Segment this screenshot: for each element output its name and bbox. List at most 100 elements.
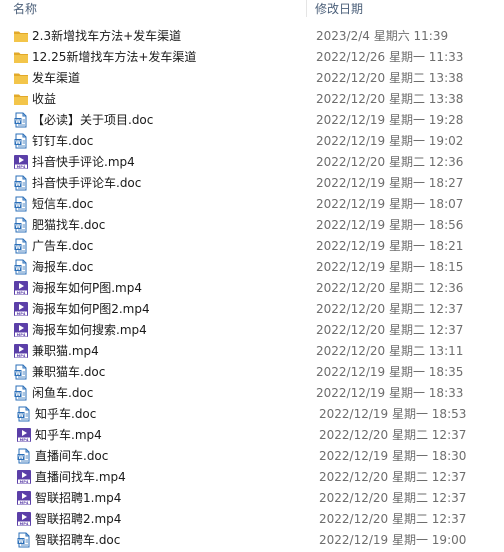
- mp4-icon: MP4: [13, 280, 29, 296]
- file-date-modified: 2023/2/4 星期六 11:39: [316, 29, 449, 43]
- file-row[interactable]: W 直播间车.doc 2022/12/19 星期一 18:30: [0, 446, 504, 467]
- file-name: 兼职猫.mp4: [32, 344, 99, 358]
- file-date-modified: 2022/12/20 星期二 12:37: [316, 323, 464, 337]
- doc-icon: W: [13, 217, 29, 233]
- svg-text:MP4: MP4: [20, 522, 29, 526]
- doc-icon: W: [13, 175, 29, 191]
- file-row[interactable]: MP4 智联招聘2.mp4 2022/12/20 星期二 12:37: [0, 509, 504, 530]
- column-divider[interactable]: [306, 0, 307, 17]
- file-date-modified: 2022/12/20 星期二 12:37: [319, 512, 467, 526]
- file-row[interactable]: W 【必读】关于项目.doc 2022/12/19 星期一 19:28: [0, 110, 504, 131]
- file-name: 钉钉车.doc: [32, 134, 94, 148]
- doc-icon: W: [13, 112, 29, 128]
- mp4-icon: MP4: [13, 322, 29, 338]
- file-name: 海报车如何P图2.mp4: [32, 302, 150, 316]
- doc-icon: W: [13, 133, 29, 149]
- file-row[interactable]: W 海报车.doc 2022/12/19 星期一 18:15: [0, 257, 504, 278]
- svg-text:MP4: MP4: [17, 333, 26, 337]
- svg-text:W: W: [15, 203, 21, 209]
- file-row[interactable]: W 短信车.doc 2022/12/19 星期一 18:07: [0, 194, 504, 215]
- svg-text:W: W: [18, 413, 24, 419]
- file-row[interactable]: W 肥猫找车.doc 2022/12/19 星期一 18:56: [0, 215, 504, 236]
- svg-text:W: W: [15, 140, 21, 146]
- file-row[interactable]: 12.25新增找车方法+发车渠道 2022/12/26 星期一 11:33: [0, 47, 504, 68]
- file-name: 直播间车.doc: [35, 449, 109, 463]
- column-header-date-modified[interactable]: 修改日期: [315, 0, 363, 17]
- mp4-icon: MP4: [13, 301, 29, 317]
- file-name: 12.25新增找车方法+发车渠道: [32, 50, 197, 64]
- mp4-icon: MP4: [13, 154, 29, 170]
- mp4-icon: MP4: [16, 490, 32, 506]
- file-row[interactable]: W 闲鱼车.doc 2022/12/19 星期一 18:33: [0, 383, 504, 404]
- svg-text:W: W: [15, 245, 21, 251]
- folder-icon: [13, 49, 29, 65]
- svg-text:MP4: MP4: [17, 165, 26, 169]
- file-name: 知乎车.mp4: [35, 428, 102, 442]
- file-row[interactable]: 收益 2022/12/20 星期二 13:38: [0, 89, 504, 110]
- doc-icon: W: [16, 532, 32, 548]
- file-row[interactable]: MP4 直播间找车.mp4 2022/12/20 星期二 12:37: [0, 467, 504, 488]
- doc-icon: W: [13, 385, 29, 401]
- file-row[interactable]: W 广告车.doc 2022/12/19 星期一 18:21: [0, 236, 504, 257]
- file-date-modified: 2022/12/20 星期二 13:11: [316, 344, 464, 358]
- file-date-modified: 2022/12/26 星期一 11:33: [316, 50, 464, 64]
- file-row[interactable]: 发车渠道 2022/12/20 星期二 13:38: [0, 68, 504, 89]
- file-row[interactable]: W 智联招聘车.doc 2022/12/19 星期一 19:00: [0, 530, 504, 551]
- doc-icon: W: [13, 259, 29, 275]
- file-row[interactable]: MP4 海报车如何P图.mp4 2022/12/20 星期二 12:36: [0, 278, 504, 299]
- file-date-modified: 2022/12/19 星期一 18:21: [316, 239, 464, 253]
- svg-text:W: W: [15, 182, 21, 188]
- file-date-modified: 2022/12/20 星期二 12:37: [319, 491, 467, 505]
- file-row[interactable]: MP4 智联招聘1.mp4 2022/12/20 星期二 12:37: [0, 488, 504, 509]
- mp4-icon: MP4: [16, 511, 32, 527]
- file-name: 2.3新增找车方法+发车渠道: [32, 29, 182, 43]
- file-date-modified: 2022/12/19 星期一 18:15: [316, 260, 464, 274]
- file-list: 2.3新增找车方法+发车渠道 2023/2/4 星期六 11:39 12.25新增找…: [0, 26, 504, 551]
- file-name: 兼职猫车.doc: [32, 365, 106, 379]
- file-name: 【必读】关于项目.doc: [32, 113, 154, 127]
- file-name: 智联招聘2.mp4: [35, 512, 122, 526]
- svg-text:MP4: MP4: [17, 291, 26, 295]
- svg-text:W: W: [15, 371, 21, 377]
- file-row[interactable]: 2.3新增找车方法+发车渠道 2023/2/4 星期六 11:39: [0, 26, 504, 47]
- file-row[interactable]: W 兼职猫车.doc 2022/12/19 星期一 18:35: [0, 362, 504, 383]
- file-date-modified: 2022/12/19 星期一 18:27: [316, 176, 464, 190]
- file-date-modified: 2022/12/19 星期一 19:00: [319, 533, 467, 547]
- file-name: 海报车.doc: [32, 260, 94, 274]
- file-name: 广告车.doc: [32, 239, 94, 253]
- file-name: 抖音快手评论车.doc: [32, 176, 142, 190]
- svg-text:W: W: [15, 392, 21, 398]
- file-date-modified: 2022/12/20 星期二 13:38: [316, 92, 464, 106]
- file-row[interactable]: W 钉钉车.doc 2022/12/19 星期一 19:02: [0, 131, 504, 152]
- file-row[interactable]: MP4 海报车如何P图2.mp4 2022/12/20 星期二 12:37: [0, 299, 504, 320]
- file-name: 海报车如何搜索.mp4: [32, 323, 147, 337]
- svg-text:MP4: MP4: [20, 480, 29, 484]
- doc-icon: W: [13, 364, 29, 380]
- file-name: 发车渠道: [32, 71, 81, 85]
- mp4-icon: MP4: [16, 427, 32, 443]
- doc-icon: W: [16, 406, 32, 422]
- file-date-modified: 2022/12/19 星期一 18:53: [319, 407, 467, 421]
- file-row[interactable]: W 抖音快手评论车.doc 2022/12/19 星期一 18:27: [0, 173, 504, 194]
- file-date-modified: 2022/12/20 星期二 12:37: [319, 428, 467, 442]
- file-date-modified: 2022/12/19 星期一 18:30: [319, 449, 467, 463]
- file-name: 海报车如何P图.mp4: [32, 281, 142, 295]
- file-row[interactable]: W 知乎车.doc 2022/12/19 星期一 18:53: [0, 404, 504, 425]
- folder-icon: [13, 28, 29, 44]
- file-name: 智联招聘车.doc: [35, 533, 121, 547]
- file-name: 闲鱼车.doc: [32, 386, 94, 400]
- file-date-modified: 2022/12/20 星期二 13:38: [316, 71, 464, 85]
- file-row[interactable]: MP4 海报车如何搜索.mp4 2022/12/20 星期二 12:37: [0, 320, 504, 341]
- svg-text:W: W: [15, 224, 21, 230]
- file-date-modified: 2022/12/20 星期二 12:37: [319, 470, 467, 484]
- file-date-modified: 2022/12/19 星期一 19:02: [316, 134, 464, 148]
- svg-text:MP4: MP4: [20, 501, 29, 505]
- file-row[interactable]: MP4 抖音快手评论.mp4 2022/12/20 星期二 12:36: [0, 152, 504, 173]
- file-date-modified: 2022/12/19 星期一 19:28: [316, 113, 464, 127]
- file-name: 收益: [32, 92, 57, 106]
- file-row[interactable]: MP4 兼职猫.mp4 2022/12/20 星期二 13:11: [0, 341, 504, 362]
- svg-text:W: W: [15, 119, 21, 125]
- column-header-name[interactable]: 名称: [13, 0, 37, 17]
- file-row[interactable]: MP4 知乎车.mp4 2022/12/20 星期二 12:37: [0, 425, 504, 446]
- doc-icon: W: [13, 196, 29, 212]
